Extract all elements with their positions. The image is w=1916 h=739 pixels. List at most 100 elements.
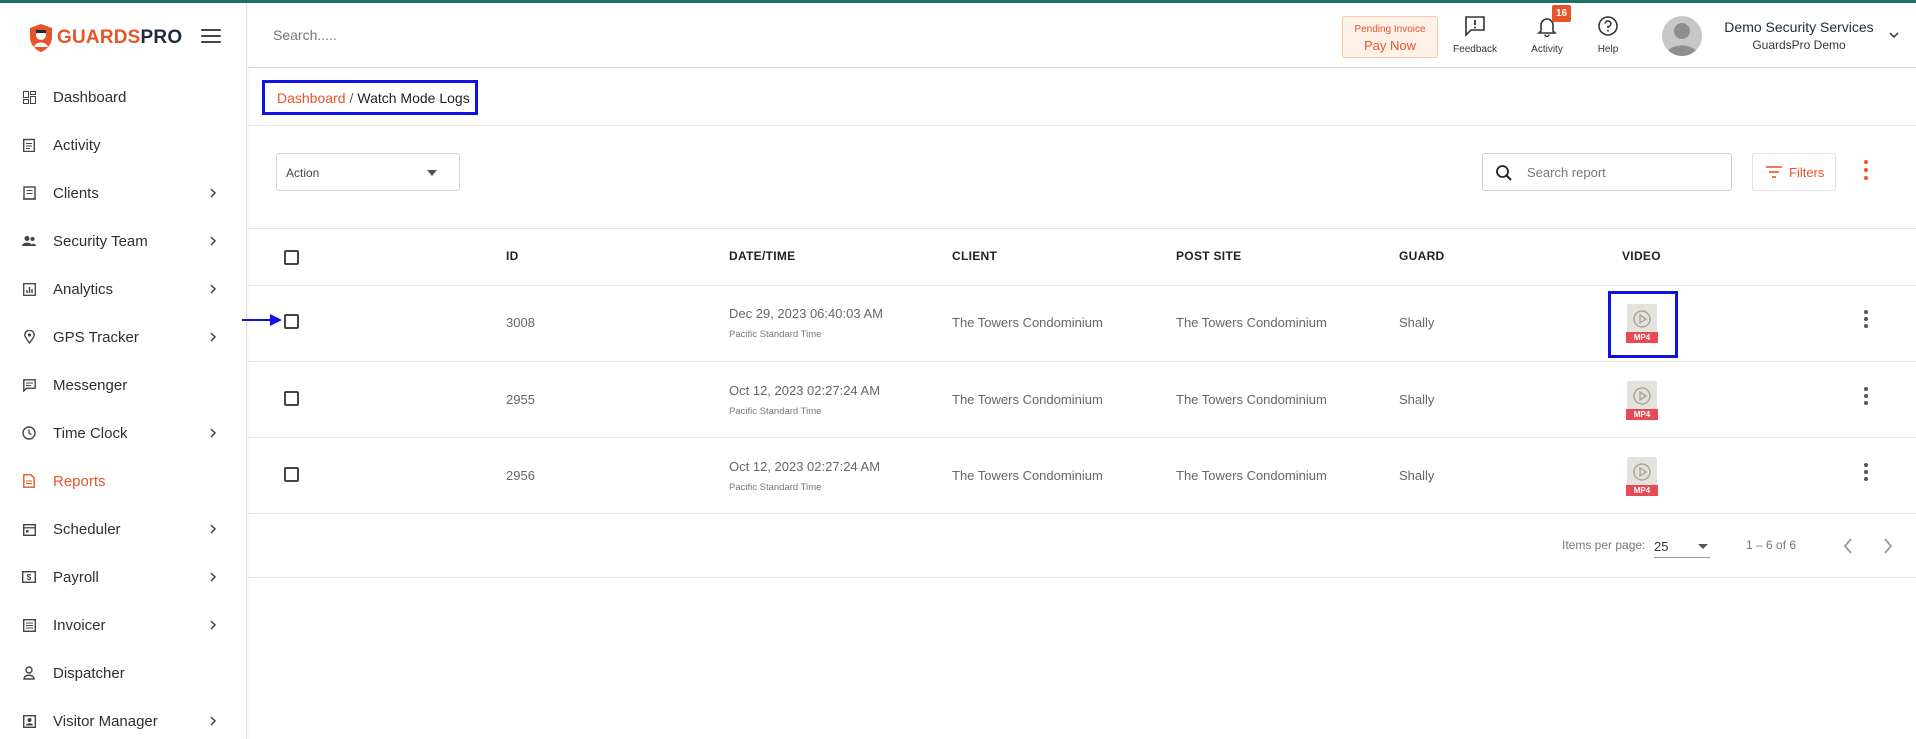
items-per-page-select[interactable]: 25 (1654, 534, 1710, 558)
sidebar: GUARDSPRO Dashboard Activity Clients Sec… (0, 3, 247, 739)
mp4-video-button[interactable]: MP4 (1626, 457, 1658, 497)
row-guard: Shally (1399, 315, 1435, 330)
column-header-datetime[interactable]: DATE/TIME (729, 249, 795, 263)
pending-invoice-label: Pending Invoice (1354, 24, 1426, 35)
help-icon (1598, 16, 1618, 36)
row-guard: Shally (1399, 468, 1435, 483)
sidebar-item-security-team[interactable]: Security Team (0, 217, 247, 265)
chevron-down-icon[interactable] (1888, 30, 1900, 40)
bar-chart-icon (22, 282, 36, 296)
sidebar-item-time-clock[interactable]: Time Clock (0, 409, 247, 457)
column-header-post-site[interactable]: POST SITE (1176, 249, 1241, 263)
row-client: The Towers Condominium (952, 315, 1103, 330)
activity-notifications-button[interactable]: 16 Activity (1522, 5, 1572, 55)
sidebar-item-dashboard[interactable]: Dashboard (0, 73, 247, 121)
mp4-video-button[interactable]: MP4 (1626, 381, 1658, 421)
column-header-client[interactable]: CLIENT (952, 249, 997, 263)
clipboard-icon (22, 138, 36, 152)
chevron-right-icon (210, 524, 217, 534)
sidebar-item-label: GPS Tracker (53, 328, 139, 346)
row-checkbox[interactable] (284, 391, 299, 406)
column-header-guard[interactable]: GUARD (1399, 249, 1445, 263)
row-id: 3008 (506, 315, 535, 330)
row-timezone: Pacific Standard Time (729, 329, 822, 340)
row-client: The Towers Condominium (952, 392, 1103, 407)
sidebar-item-label: Clients (53, 184, 99, 202)
dispatcher-icon (22, 666, 36, 680)
play-icon (1633, 387, 1651, 405)
breadcrumb-dashboard-link[interactable]: Dashboard (277, 90, 346, 106)
sidebar-item-label: Payroll (53, 568, 99, 586)
menu-toggle-icon[interactable] (201, 29, 221, 45)
mp4-video-button[interactable]: MP4 (1626, 304, 1658, 344)
document-icon (22, 474, 36, 488)
row-timezone: Pacific Standard Time (729, 406, 822, 417)
chevron-right-icon (210, 428, 217, 438)
sidebar-item-label: Messenger (53, 376, 128, 394)
pagination-range: 1 – 6 of 6 (1746, 538, 1797, 552)
breadcrumb-separator: / (349, 89, 354, 106)
items-per-page-value: 25 (1654, 539, 1669, 554)
table-header: ID DATE/TIME CLIENT POST SITE GUARD VIDE… (248, 228, 1916, 286)
arrow-right-icon (242, 314, 282, 326)
more-options-icon[interactable] (1862, 160, 1870, 186)
help-label: Help (1597, 44, 1619, 55)
activity-label: Activity (1531, 44, 1563, 55)
row-post-site: The Towers Condominium (1176, 392, 1327, 407)
sidebar-item-analytics[interactable]: Analytics (0, 265, 247, 313)
table-row[interactable]: 3008 Dec 29, 2023 06:40:03 AM Pacific St… (248, 286, 1916, 362)
filters-button[interactable]: Filters (1752, 153, 1836, 191)
chevron-left-icon[interactable] (1840, 536, 1856, 556)
sidebar-item-clients[interactable]: Clients (0, 169, 247, 217)
page-title: Watch Mode Logs (357, 89, 470, 106)
avatar[interactable] (1662, 16, 1702, 56)
action-select-value: Action (286, 166, 320, 180)
sidebar-item-invoicer[interactable]: Invoicer (0, 601, 247, 649)
sidebar-item-scheduler[interactable]: Scheduler (0, 505, 247, 553)
chevron-right-icon (210, 572, 217, 582)
sidebar-item-label: Activity (53, 136, 101, 154)
sidebar-item-activity[interactable]: Activity (0, 121, 247, 169)
sidebar-item-messenger[interactable]: Messenger (0, 361, 247, 409)
row-datetime: Oct 12, 2023 02:27:24 AM (729, 383, 881, 398)
search-report-input[interactable] (1527, 165, 1717, 180)
feedback-button[interactable]: Feedback (1450, 15, 1500, 55)
user-name[interactable]: Demo Security Services (1714, 19, 1884, 35)
items-per-page-label: Items per page: (1562, 538, 1646, 552)
help-button[interactable]: Help (1588, 15, 1628, 55)
global-search-input[interactable] (273, 27, 573, 43)
sidebar-item-label: Dashboard (53, 88, 127, 106)
row-post-site: The Towers Condominium (1176, 468, 1327, 483)
row-client: The Towers Condominium (952, 468, 1103, 483)
pending-invoice-button[interactable]: Pending Invoice Pay Now (1342, 16, 1438, 58)
row-menu-icon[interactable] (1862, 310, 1870, 334)
row-menu-icon[interactable] (1862, 463, 1870, 487)
sidebar-item-dispatcher[interactable]: Dispatcher (0, 649, 247, 697)
table-row[interactable]: 2955 Oct 12, 2023 02:27:24 AM Pacific St… (248, 362, 1916, 438)
brand-logo[interactable]: GUARDSPRO (28, 21, 182, 55)
row-menu-icon[interactable] (1862, 387, 1870, 411)
location-pin-icon (22, 330, 36, 344)
svg-text:$: $ (27, 573, 32, 582)
sidebar-item-reports[interactable]: Reports (0, 457, 247, 505)
visitor-icon (22, 714, 36, 728)
row-checkbox[interactable] (284, 467, 299, 482)
action-select[interactable]: Action (276, 153, 460, 191)
select-all-checkbox[interactable] (284, 250, 299, 265)
caret-down-icon (1698, 544, 1708, 549)
chevron-right-icon[interactable] (1880, 536, 1896, 556)
sidebar-item-payroll[interactable]: $ Payroll (0, 553, 247, 601)
play-icon (1633, 463, 1651, 481)
column-header-id[interactable]: ID (506, 249, 519, 263)
row-datetime: Oct 12, 2023 02:27:24 AM (729, 459, 881, 474)
sidebar-item-gps-tracker[interactable]: GPS Tracker (0, 313, 247, 361)
dollar-icon: $ (22, 570, 36, 584)
row-checkbox[interactable] (284, 314, 299, 329)
calendar-icon (22, 522, 36, 536)
guard-shield-icon (30, 24, 52, 52)
row-id: 2955 (506, 392, 535, 407)
table-row[interactable]: 2956 Oct 12, 2023 02:27:24 AM Pacific St… (248, 438, 1916, 514)
sidebar-item-visitor-manager[interactable]: Visitor Manager (0, 697, 247, 739)
filters-label: Filters (1789, 164, 1825, 180)
feedback-label: Feedback (1453, 44, 1497, 55)
